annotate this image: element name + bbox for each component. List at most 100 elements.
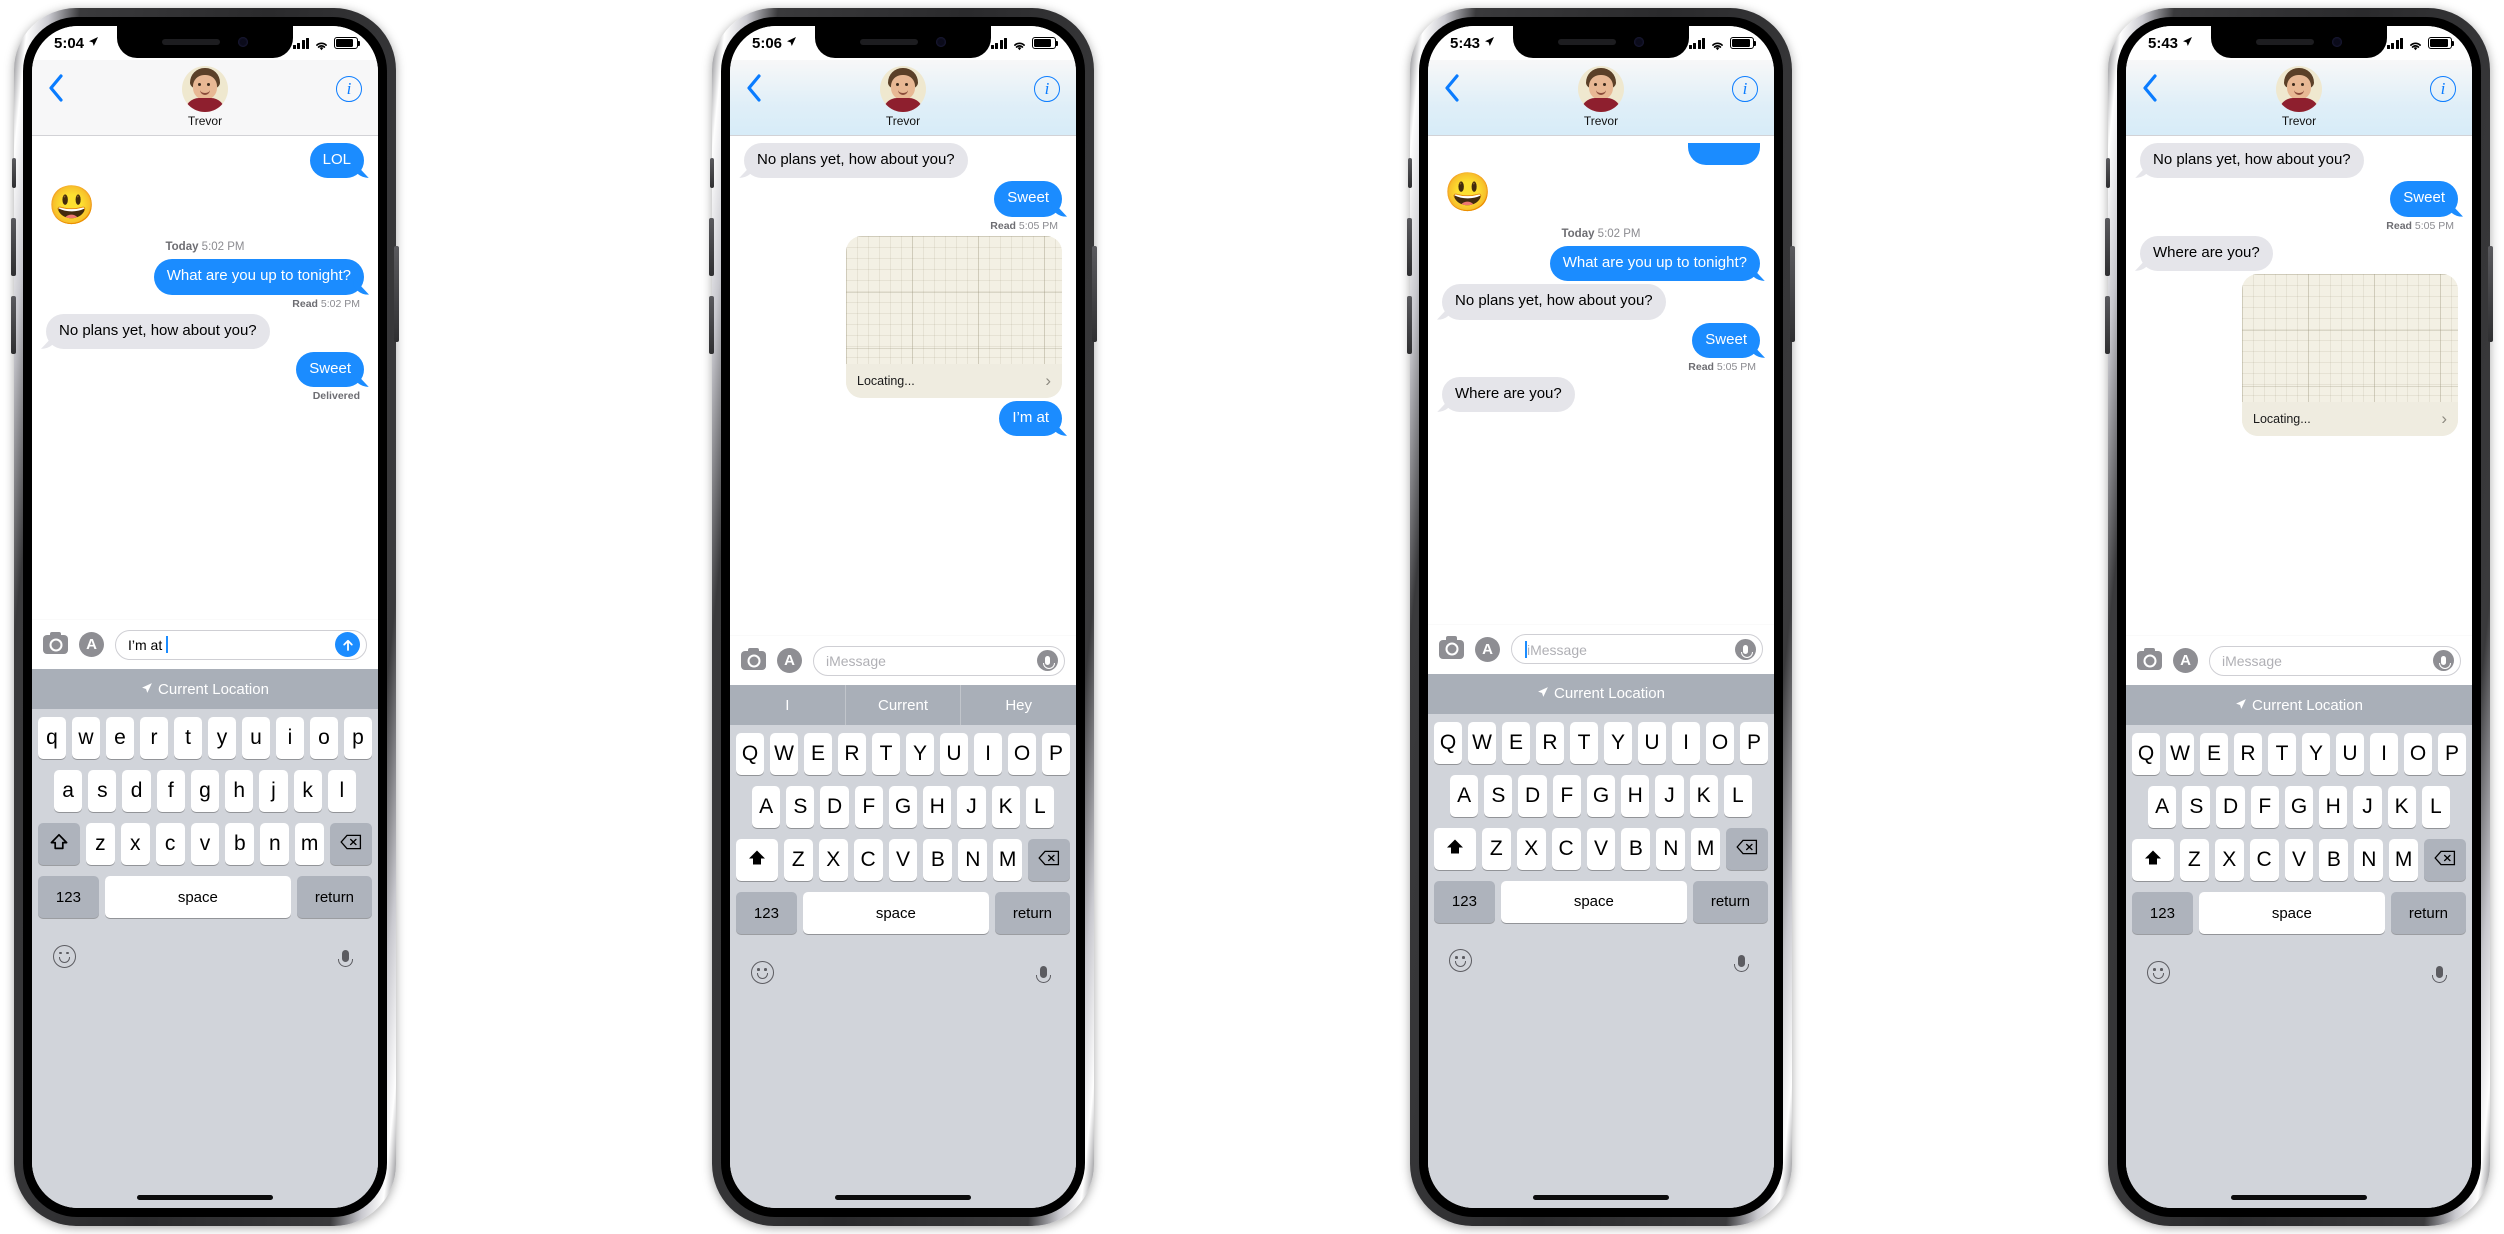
key-a[interactable]: a (54, 770, 83, 813)
message-bubble[interactable]: Sweet (1692, 322, 1760, 358)
backspace-key[interactable] (1028, 839, 1071, 882)
key-p[interactable]: p (344, 717, 372, 760)
home-indicator[interactable] (835, 1194, 971, 1200)
message-input[interactable]: iMessage (2209, 645, 2461, 676)
shift-key[interactable] (736, 839, 778, 882)
appstore-icon[interactable]: A (1475, 636, 1500, 662)
emoji-keyboard-button[interactable] (1447, 947, 1474, 974)
message-bubble[interactable]: What are you up to tonight? (1549, 246, 1760, 282)
btn-mute-button[interactable] (2106, 158, 2110, 188)
message-bubble[interactable]: LOL (309, 143, 364, 179)
space-key[interactable]: space (1500, 880, 1687, 923)
key-f[interactable]: F (854, 786, 883, 829)
key-q[interactable]: Q (2132, 733, 2160, 776)
btn-volup-button[interactable] (1407, 218, 1412, 276)
key-a[interactable]: A (752, 786, 781, 829)
key-z[interactable]: Z (783, 839, 813, 882)
key-r[interactable]: R (2234, 733, 2262, 776)
home-indicator[interactable] (2231, 1194, 2367, 1200)
key-y[interactable]: Y (1604, 721, 1632, 764)
prediction-item[interactable]: Hey (961, 685, 1076, 725)
key-k[interactable]: k (293, 770, 322, 813)
key-g[interactable]: g (190, 770, 220, 813)
btn-volup-button[interactable] (709, 218, 714, 276)
contact-header[interactable]: Trevor (2276, 66, 2322, 128)
key-v[interactable]: V (1586, 827, 1616, 870)
shift-key[interactable] (1434, 827, 1476, 870)
key-b[interactable]: B (923, 839, 953, 882)
key-a[interactable]: A (2148, 786, 2177, 829)
message-bubble[interactable]: No plans yet, how about you? (46, 313, 270, 349)
info-button[interactable]: i (336, 76, 362, 102)
btn-mute-button[interactable] (1408, 158, 1412, 188)
dictation-button[interactable] (1030, 959, 1057, 986)
info-button[interactable]: i (2430, 76, 2456, 102)
btn-volup-button[interactable] (2105, 218, 2110, 276)
key-m[interactable]: M (1691, 827, 1721, 870)
key-n[interactable]: N (958, 839, 988, 882)
key-m[interactable]: M (2389, 839, 2419, 882)
key-u[interactable]: u (242, 717, 270, 760)
key-m[interactable]: m (295, 823, 325, 866)
key-r[interactable]: r (140, 717, 168, 760)
key-g[interactable]: G (2284, 786, 2314, 829)
btn-mute-button[interactable] (710, 158, 714, 188)
key-q[interactable]: Q (736, 733, 764, 776)
message-bubble[interactable]: Sweet (994, 181, 1062, 217)
btn-voldn-button[interactable] (11, 296, 16, 354)
key-j[interactable]: j (259, 770, 288, 813)
key-w[interactable]: W (2166, 733, 2194, 776)
key-c[interactable]: C (2249, 839, 2279, 882)
back-button[interactable] (2142, 74, 2158, 108)
key-o[interactable]: O (1008, 733, 1036, 776)
btn-mute-button[interactable] (12, 158, 16, 188)
key-v[interactable]: V (888, 839, 918, 882)
message-bubble[interactable]: No plans yet, how about you? (1442, 284, 1666, 320)
return-key[interactable]: return (2390, 892, 2467, 935)
backspace-key[interactable] (330, 823, 373, 866)
numbers-key[interactable]: 123 (736, 892, 797, 935)
numbers-key[interactable]: 123 (38, 876, 99, 919)
key-p[interactable]: P (1740, 721, 1768, 764)
backspace-key[interactable] (1726, 827, 1769, 870)
prediction-item[interactable]: Current (846, 685, 962, 726)
key-k[interactable]: K (2387, 786, 2416, 829)
key-q[interactable]: q (38, 717, 66, 760)
key-c[interactable]: C (1551, 827, 1581, 870)
key-l[interactable]: L (1025, 786, 1054, 829)
key-h[interactable]: H (2319, 786, 2348, 829)
key-i[interactable]: I (974, 733, 1002, 776)
key-s[interactable]: S (786, 786, 815, 829)
dictation-button[interactable] (332, 943, 359, 970)
key-j[interactable]: J (2353, 786, 2382, 829)
key-n[interactable]: N (1656, 827, 1686, 870)
space-key[interactable]: space (802, 892, 989, 935)
key-r[interactable]: R (1536, 721, 1564, 764)
key-z[interactable]: Z (1481, 827, 1511, 870)
key-i[interactable]: i (276, 717, 304, 760)
contact-header[interactable]: Trevor (1578, 66, 1624, 128)
key-g[interactable]: G (1586, 774, 1616, 817)
key-t[interactable]: T (872, 733, 900, 776)
message-bubble[interactable] (1688, 143, 1760, 165)
key-v[interactable]: V (2284, 839, 2314, 882)
key-n[interactable]: n (260, 823, 290, 866)
key-v[interactable]: v (190, 823, 220, 866)
appstore-icon[interactable]: A (777, 648, 802, 674)
info-button[interactable]: i (1732, 76, 1758, 102)
key-c[interactable]: c (155, 823, 185, 866)
message-bubble[interactable]: Sweet (296, 351, 364, 388)
prediction-item[interactable]: Current Location (2126, 685, 2472, 725)
map-message-bubble[interactable]: Locating... › (2242, 273, 2458, 436)
key-t[interactable]: T (2268, 733, 2296, 776)
numbers-key[interactable]: 123 (2132, 892, 2193, 935)
message-bubble[interactable]: No plans yet, how about you? (2140, 143, 2364, 179)
btn-power-button[interactable] (1790, 246, 1795, 342)
key-r[interactable]: R (838, 733, 866, 776)
key-j[interactable]: J (1655, 774, 1684, 817)
key-y[interactable]: Y (906, 733, 934, 776)
key-k[interactable]: K (1689, 774, 1718, 817)
backspace-key[interactable] (2424, 839, 2467, 882)
contact-header[interactable]: Trevor (880, 66, 926, 128)
key-p[interactable]: P (1042, 733, 1070, 776)
